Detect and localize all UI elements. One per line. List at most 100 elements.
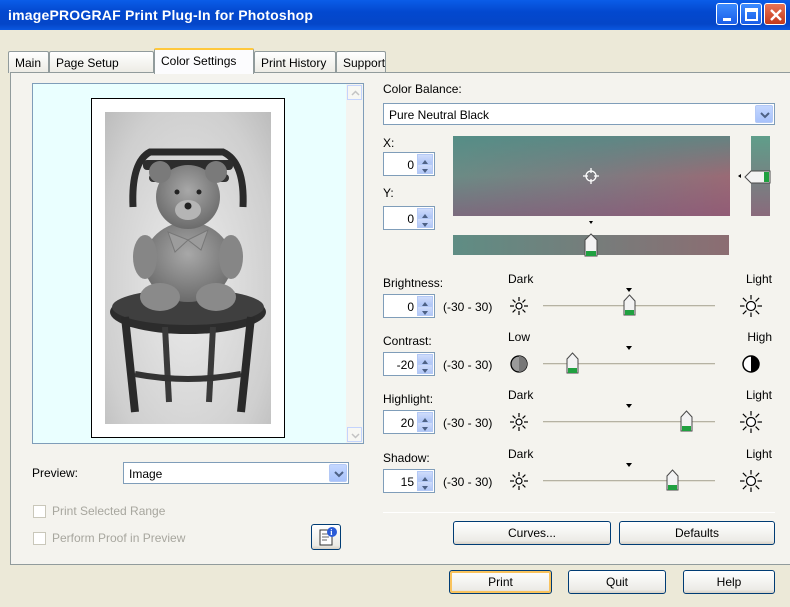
bright-sun-icon (739, 410, 763, 434)
x-decrement-button[interactable] (417, 164, 433, 174)
shadow-spinner[interactable]: 15 (383, 469, 435, 493)
preview-photo (105, 112, 271, 424)
y-increment-button[interactable] (417, 208, 433, 218)
preview-page (91, 98, 285, 438)
shadow-increment-button[interactable] (417, 471, 433, 481)
info-button[interactable]: i (311, 524, 341, 550)
bright-sun-icon (739, 469, 763, 493)
highlight-spinner[interactable]: 20 (383, 410, 435, 434)
y-spinner[interactable]: 0 (383, 206, 435, 230)
y-label: Y: (383, 186, 394, 200)
brightness-slider-thumb[interactable] (623, 294, 636, 316)
y-value: 0 (407, 212, 414, 226)
contrast-slider-thumb[interactable] (566, 352, 579, 374)
curves-button[interactable]: Curves... (453, 521, 611, 545)
tab-support[interactable]: Support (336, 51, 386, 73)
separator (383, 512, 775, 513)
x-increment-button[interactable] (417, 154, 433, 164)
defaults-button[interactable]: Defaults (619, 521, 775, 545)
shadow-value: 15 (400, 475, 414, 489)
highlight-high-label: Light (745, 388, 772, 402)
contrast-high-label: High (747, 330, 772, 344)
document-info-icon: i (319, 527, 337, 546)
tab-main[interactable]: Main (8, 51, 49, 73)
color-balance-field[interactable] (453, 136, 730, 216)
perform-proof-label: Perform Proof in Preview (52, 531, 186, 545)
color-balance-label: Color Balance: (383, 82, 462, 96)
x-spinner[interactable]: 0 (383, 152, 435, 176)
x-label: X: (383, 136, 395, 150)
chevron-up-icon (351, 90, 360, 96)
shadow-label: Shadow: (383, 451, 430, 465)
quit-button[interactable]: Quit (568, 570, 666, 594)
highlight-range-label: (-30 - 30) (443, 416, 493, 430)
color-balance-select[interactable]: Pure Neutral Black (383, 103, 775, 125)
help-button[interactable]: Help (683, 570, 775, 594)
high-contrast-icon (740, 353, 762, 375)
contrast-low-label: Low (508, 330, 531, 344)
dim-sun-icon (508, 470, 530, 492)
minimize-icon (723, 18, 731, 21)
scroll-up-button[interactable] (347, 85, 362, 100)
highlight-decrement-button[interactable] (417, 422, 433, 432)
highlight-label: Highlight: (383, 392, 434, 406)
print-button[interactable]: Print (449, 570, 552, 594)
shadow-low-label: Dark (508, 447, 534, 461)
shadow-range-label: (-30 - 30) (443, 475, 493, 489)
minimize-button[interactable] (716, 3, 738, 25)
contrast-spinner[interactable]: -20 (383, 352, 435, 376)
print-selected-range-label: Print Selected Range (52, 504, 166, 518)
preview-select[interactable]: Image (123, 462, 349, 484)
y-decrement-button[interactable] (417, 218, 433, 228)
brightness-center-tick (626, 282, 632, 292)
crosshair-icon (583, 168, 599, 184)
shadow-high-label: Light (745, 447, 772, 461)
contrast-value: -20 (396, 358, 414, 372)
maximize-button[interactable] (740, 3, 762, 25)
brightness-label: Brightness: (383, 276, 444, 290)
preview-scrollbar[interactable] (346, 84, 363, 443)
tab-color-settings[interactable]: Color Settings (154, 48, 254, 74)
shadow-center-tick (626, 457, 632, 467)
contrast-label: Contrast: (383, 334, 432, 348)
preview-select-value: Image (129, 467, 163, 481)
brightness-high-label: Light (745, 272, 772, 286)
shadow-slider-thumb[interactable] (666, 469, 679, 491)
maximize-icon (745, 8, 758, 21)
contrast-range-label: (-30 - 30) (443, 358, 493, 372)
brightness-value: 0 (407, 300, 414, 314)
window-title: imagePROGRAF Print Plug-In for Photoshop (8, 7, 314, 23)
print-selected-range-checkbox[interactable] (33, 505, 46, 518)
close-icon (770, 9, 782, 21)
y-balance-thumb[interactable] (737, 168, 773, 186)
shadow-slider-track[interactable] (543, 480, 715, 482)
scroll-down-button[interactable] (347, 427, 362, 442)
highlight-value: 20 (400, 416, 414, 430)
chevron-down-icon[interactable] (329, 464, 347, 482)
close-button[interactable] (764, 3, 786, 25)
dim-sun-icon (508, 411, 530, 433)
low-contrast-icon (508, 353, 530, 375)
chevron-down-icon[interactable] (755, 105, 773, 123)
highlight-increment-button[interactable] (417, 412, 433, 422)
highlight-slider-thumb[interactable] (680, 410, 693, 432)
tab-print-history[interactable]: Print History (254, 51, 336, 73)
x-balance-thumb[interactable] (584, 220, 598, 258)
contrast-decrement-button[interactable] (417, 364, 433, 374)
teddy-bear-on-chair-image (110, 148, 266, 413)
perform-proof-checkbox[interactable] (33, 532, 46, 545)
brightness-low-label: Dark (508, 272, 534, 286)
brightness-spinner[interactable]: 0 (383, 294, 435, 318)
chevron-down-icon (351, 433, 360, 439)
title-bar: imagePROGRAF Print Plug-In for Photoshop (0, 0, 790, 30)
highlight-low-label: Dark (508, 388, 534, 402)
tab-page-setup[interactable]: Page Setup (49, 51, 154, 73)
contrast-increment-button[interactable] (417, 354, 433, 364)
dim-sun-icon (508, 295, 530, 317)
preview-area[interactable] (32, 83, 364, 444)
brightness-decrement-button[interactable] (417, 306, 433, 316)
highlight-center-tick (626, 398, 632, 408)
preview-label: Preview: (32, 466, 79, 480)
shadow-decrement-button[interactable] (417, 481, 433, 491)
brightness-increment-button[interactable] (417, 296, 433, 306)
